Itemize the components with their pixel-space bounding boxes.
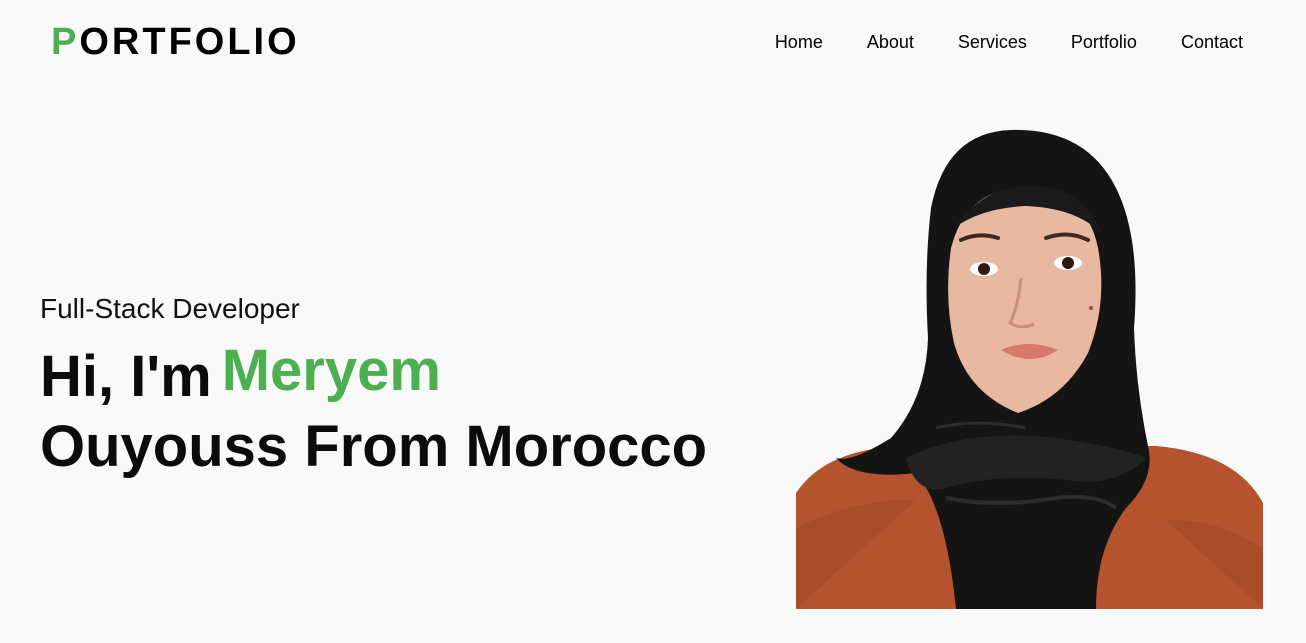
hero-subtitle: Full-Stack Developer: [40, 293, 300, 324]
main-nav: Home About Services Portfolio Contact: [775, 31, 1243, 53]
profile-photo-illustration: [796, 129, 1263, 609]
logo[interactable]: PORTFOLIO: [51, 20, 300, 64]
nav-portfolio[interactable]: Portfolio: [1071, 31, 1137, 53]
logo-text: ORTFOLIO: [79, 21, 300, 63]
hero-name-rest: Ouyouss From Morocco: [40, 414, 708, 479]
logo-accent-letter: P: [51, 21, 80, 63]
nav-about[interactable]: About: [867, 31, 914, 53]
hero-headline: Hi, I'm Meryem Ouyouss From Morocco: [40, 338, 780, 482]
profile-photo: [796, 128, 1263, 609]
hero-first-name: Meryem: [221, 338, 441, 403]
hero-greeting: Hi, I'm: [40, 344, 212, 409]
nav-home[interactable]: Home: [775, 31, 823, 53]
nav-contact[interactable]: Contact: [1181, 31, 1243, 53]
page: PORTFOLIO Home About Services Portfolio …: [0, 0, 1306, 643]
nav-services[interactable]: Services: [958, 31, 1027, 53]
